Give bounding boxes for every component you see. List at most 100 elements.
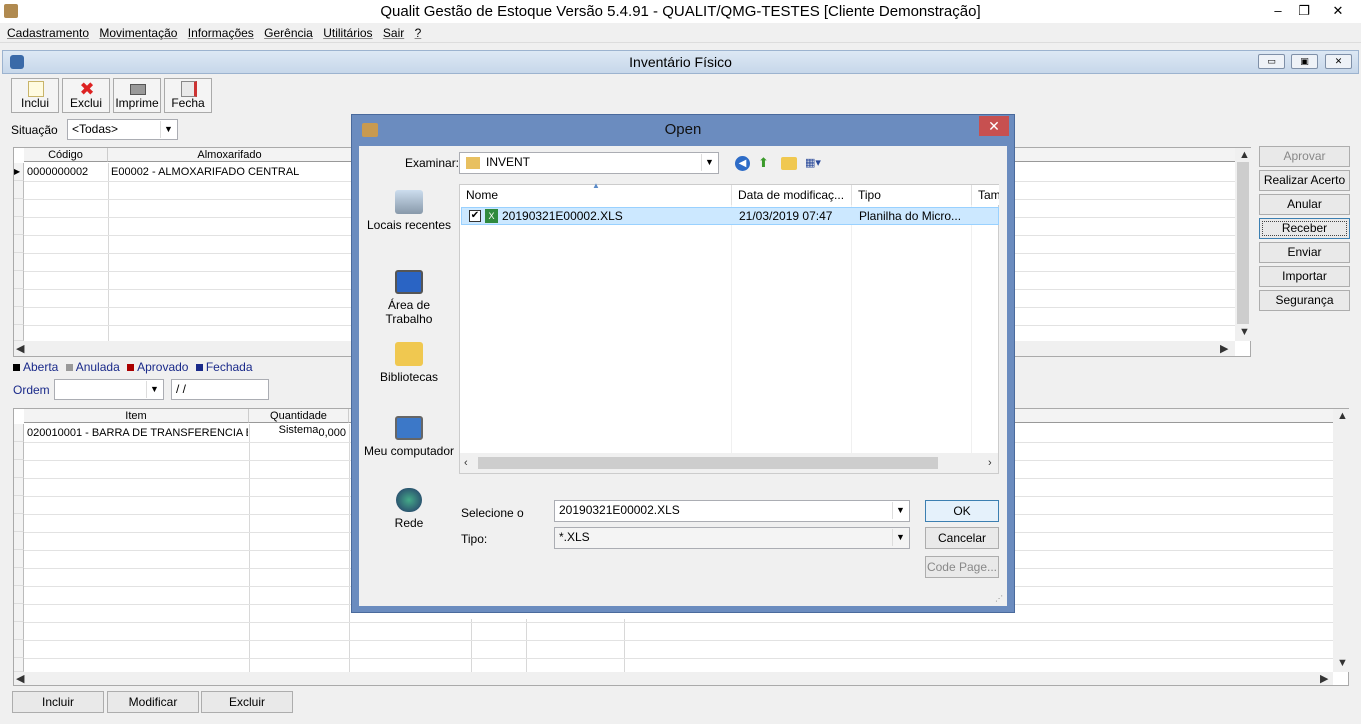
seguranca-button[interactable]: Segurança	[1259, 290, 1350, 311]
scroll-left-icon[interactable]: ‹	[464, 457, 468, 469]
chevron-down-icon[interactable]: ▼	[892, 529, 908, 546]
fechar-button[interactable]: Fecha	[164, 78, 212, 113]
row-checkbox[interactable]: ✔	[469, 210, 481, 222]
incluir-item-button[interactable]: Incluir	[12, 691, 104, 713]
modificar-item-button[interactable]: Modificar	[107, 691, 199, 713]
place-network[interactable]: Rede	[363, 488, 455, 530]
new-folder-icon[interactable]	[781, 157, 797, 170]
row-indicator	[14, 253, 24, 271]
receber-button[interactable]: Receber	[1259, 218, 1350, 239]
importar-button[interactable]: Importar	[1259, 266, 1350, 287]
codepage-button[interactable]: Code Page...	[925, 556, 999, 578]
scroll-down-icon[interactable]: ▼	[1337, 657, 1348, 669]
situacao-select[interactable]: <Todas> ▼	[67, 119, 178, 140]
cell-codigo[interactable]: 0000000002	[25, 165, 107, 179]
place-desktop[interactable]: Área de Trabalho	[363, 270, 455, 326]
incluir-button[interactable]: Inclui	[11, 78, 59, 113]
file-row[interactable]: ✔ X 20190321E00002.XLS 21/03/2019 07:47 …	[461, 207, 999, 225]
col-header-date[interactable]: Data de modificaç...	[732, 185, 852, 205]
col-divider	[108, 163, 109, 341]
view-menu-icon[interactable]: ▦▾	[805, 155, 829, 171]
menu-help[interactable]: ?	[415, 23, 422, 43]
col-header-codigo[interactable]: Código	[24, 148, 108, 162]
ordem-select[interactable]: ▼	[54, 379, 164, 400]
realizar-acerto-button[interactable]: Realizar Acerto	[1259, 170, 1350, 191]
child-maximize-button[interactable]: ▣	[1291, 54, 1318, 69]
menu-cadastramento[interactable]: Cadastramento	[7, 23, 89, 43]
imprimir-button[interactable]: Imprime	[113, 78, 161, 113]
menu-movimentacao[interactable]: Movimentação	[99, 23, 177, 43]
place-computer[interactable]: Meu computador	[363, 416, 455, 458]
chevron-down-icon[interactable]: ▼	[146, 381, 162, 398]
chevron-down-icon[interactable]: ▼	[701, 154, 717, 171]
file-list[interactable]: Nome ▲ Data de modificaç... Tipo Tam ✔ X…	[459, 181, 999, 474]
dialog-close-button[interactable]: ✕	[979, 116, 1009, 136]
file-date: 21/03/2019 07:47	[739, 209, 833, 223]
aprovar-button[interactable]: Aprovar	[1259, 146, 1350, 167]
type-select[interactable]: *.XLS ▼	[554, 527, 910, 549]
aberta-swatch	[13, 364, 20, 371]
excluir-button[interactable]: ✖ Exclui	[62, 78, 110, 113]
vertical-scrollbar[interactable]: ▲ ▼	[1235, 148, 1251, 341]
scroll-up-icon[interactable]: ▲	[1337, 410, 1348, 422]
scroll-right-icon[interactable]: ▶	[1220, 342, 1228, 355]
row-indicator	[14, 568, 24, 586]
menu-informacoes[interactable]: Informações	[188, 23, 254, 43]
horizontal-scrollbar[interactable]: ‹ ›	[460, 453, 998, 473]
type-value: *.XLS	[559, 530, 590, 544]
back-icon[interactable]: ◀	[735, 156, 750, 171]
resize-grip-icon[interactable]: ⋰	[995, 594, 1003, 603]
menu-gerencia[interactable]: Gerência	[264, 23, 313, 43]
horizontal-scrollbar[interactable]: ◀ ▶	[14, 672, 1333, 685]
col-header-size[interactable]: Tam	[972, 185, 999, 205]
col-header-type[interactable]: Tipo	[852, 185, 972, 205]
vertical-scrollbar[interactable]: ▲ ▼	[1333, 409, 1349, 672]
row-indicator	[14, 442, 24, 460]
col-header-item[interactable]: Item	[24, 409, 249, 423]
menu-sair[interactable]: Sair	[383, 23, 404, 43]
anular-button[interactable]: Anular	[1259, 194, 1350, 215]
scroll-left-icon[interactable]: ◀	[16, 672, 24, 685]
filename-combo[interactable]: 20190321E00002.XLS ▼	[554, 500, 910, 522]
up-folder-icon[interactable]: ⬆	[758, 155, 773, 171]
row-indicator	[14, 271, 24, 289]
scroll-thumb[interactable]	[1237, 162, 1249, 324]
child-close-button[interactable]: ✕	[1325, 54, 1352, 69]
child-minimize-button[interactable]: ▭	[1258, 54, 1285, 69]
scroll-up-icon[interactable]: ▲	[1239, 149, 1250, 161]
look-in-select[interactable]: INVENT ▼	[459, 152, 719, 174]
row-indicator	[14, 217, 24, 235]
menu-utilitarios[interactable]: Utilitários	[323, 23, 372, 43]
filename-label: Selecione o	[461, 506, 524, 520]
excluir-item-button[interactable]: Excluir	[201, 691, 293, 713]
scroll-left-icon[interactable]: ◀	[16, 342, 24, 355]
close-button[interactable]: ✕	[1318, 0, 1358, 22]
scroll-thumb[interactable]	[478, 457, 938, 469]
scroll-right-icon[interactable]: ▶	[1320, 672, 1328, 685]
chevron-down-icon[interactable]: ▼	[160, 121, 176, 138]
incluir-label: Inclui	[20, 96, 49, 110]
date-input[interactable]: / /	[171, 379, 269, 400]
row-indicator	[14, 181, 24, 199]
scroll-down-icon[interactable]: ▼	[1239, 326, 1250, 338]
col-header-almoxarifado[interactable]: Almoxarifado	[108, 148, 352, 162]
row-indicator	[14, 325, 24, 341]
recent-places-icon	[395, 190, 423, 214]
place-recent[interactable]: Locais recentes	[363, 190, 455, 232]
col-header-quantidade[interactable]: Quantidade Sistema	[249, 409, 349, 436]
fechar-label: Fecha	[171, 96, 205, 110]
cell-almoxarifado[interactable]: E00002 - ALMOXARIFADO CENTRAL	[109, 165, 351, 179]
col-divider	[526, 619, 527, 672]
place-libraries[interactable]: Bibliotecas	[363, 342, 455, 384]
cell-item[interactable]: 020010001 - BARRA DE TRANSFERENCIA B	[25, 426, 248, 440]
chevron-down-icon[interactable]: ▼	[892, 502, 908, 519]
enviar-button[interactable]: Enviar	[1259, 242, 1350, 263]
excel-file-icon: X	[485, 209, 498, 223]
cancel-button[interactable]: Cancelar	[925, 527, 999, 549]
place-label: Rede	[394, 516, 424, 530]
status-legend: Aberta Anulada Aprovado Fechada	[13, 360, 253, 374]
cell-quantidade[interactable]: 0,000	[250, 426, 348, 440]
ok-button[interactable]: OK	[925, 500, 999, 522]
scroll-right-icon[interactable]: ›	[988, 457, 992, 469]
legend-anulada: Anulada	[75, 360, 120, 374]
